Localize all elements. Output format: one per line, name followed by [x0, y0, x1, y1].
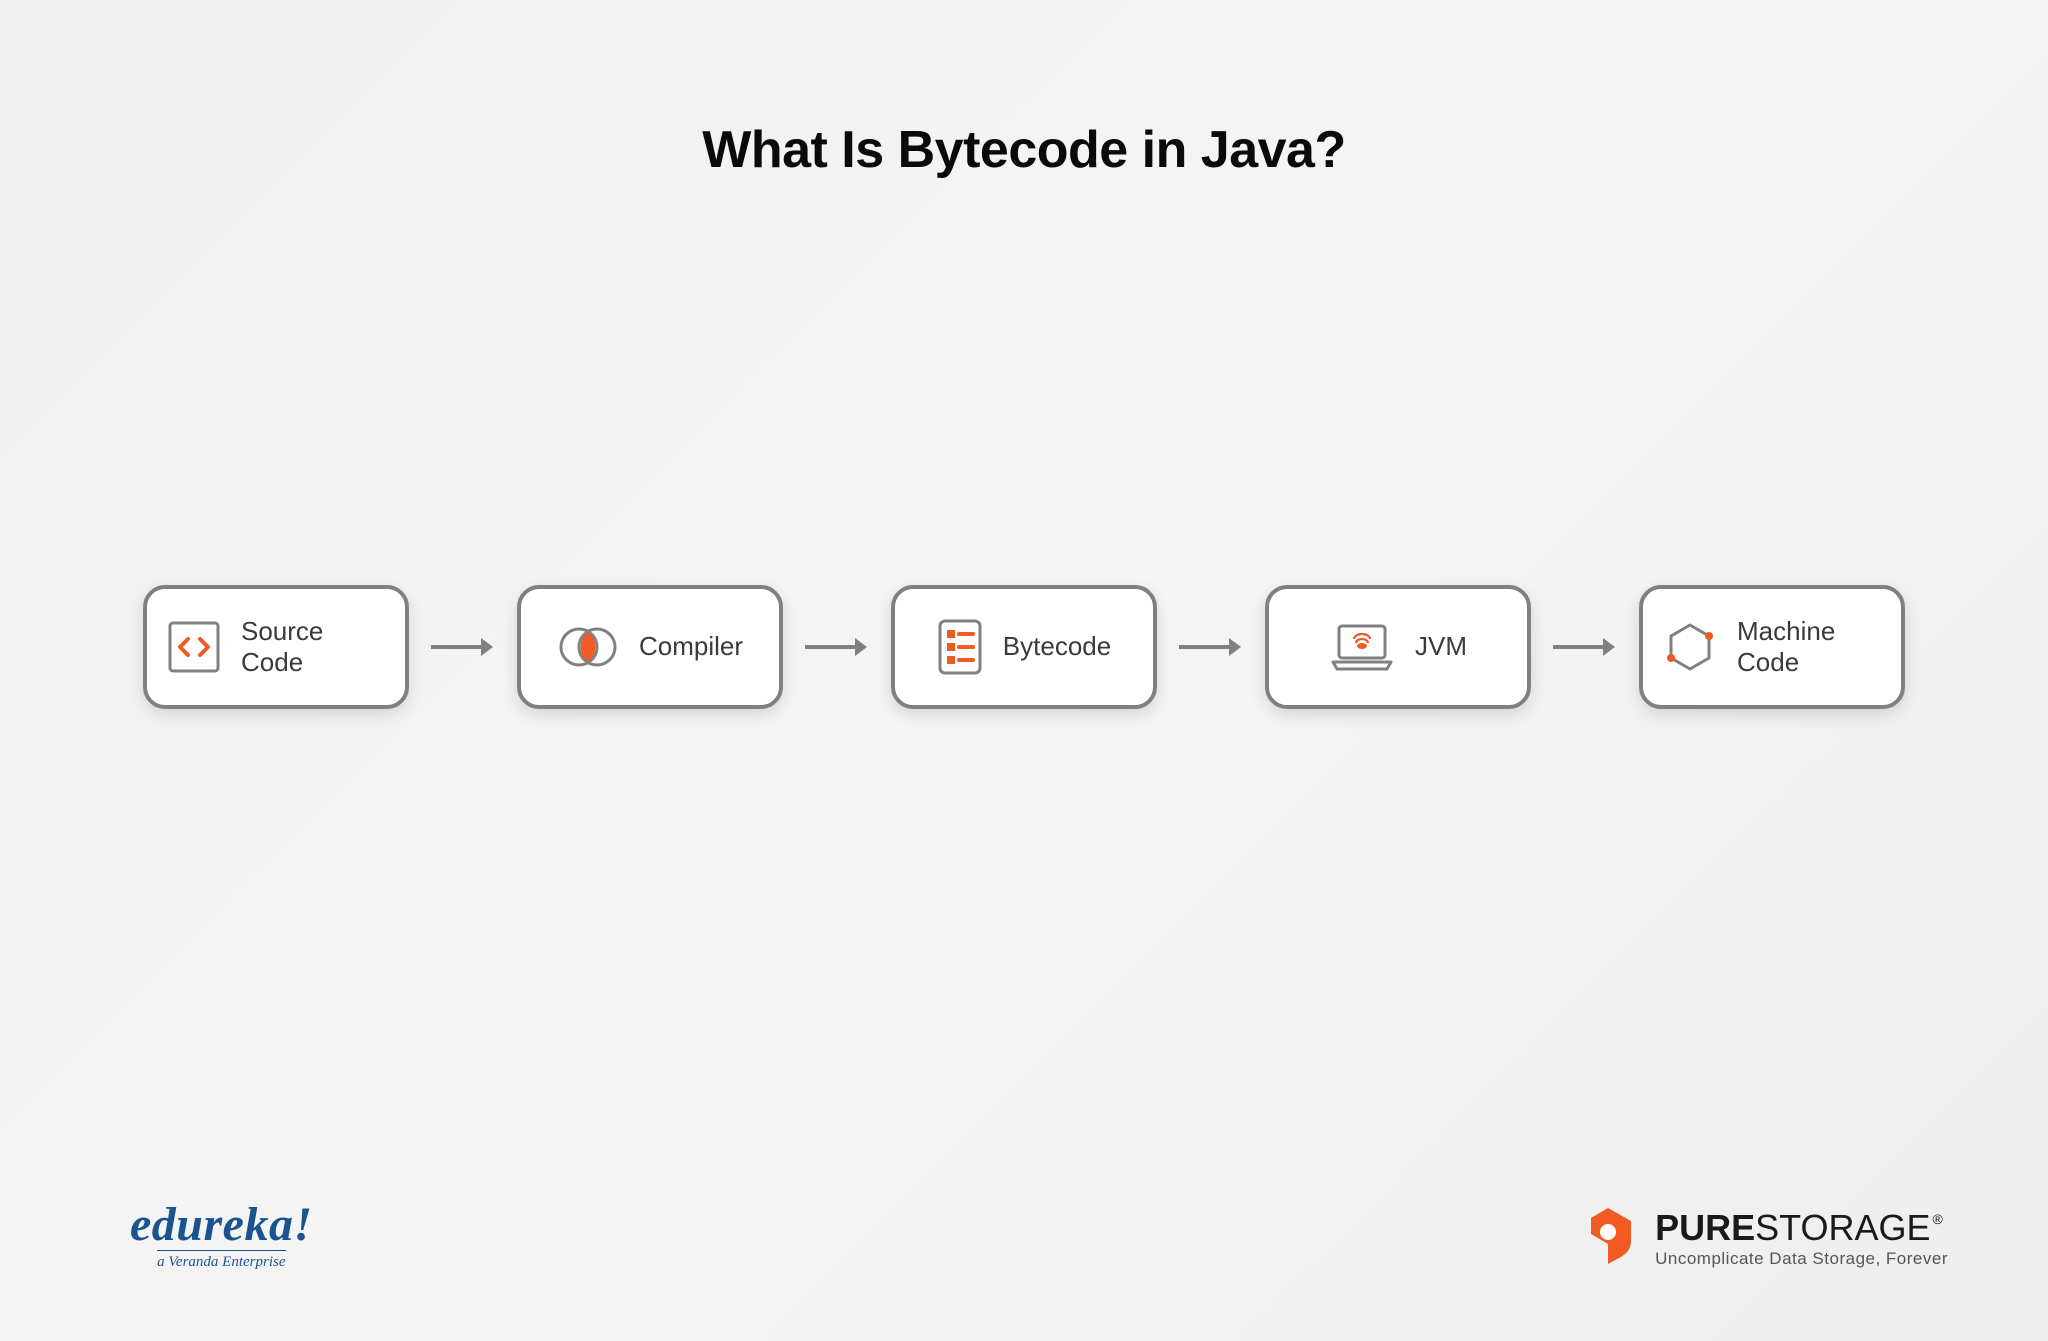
purestorage-brand-text: PURESTORAGE®: [1655, 1207, 1948, 1249]
venn-icon: [557, 623, 619, 671]
flow-label: Machine Code: [1737, 616, 1881, 678]
flow-box-bytecode: Bytecode: [891, 585, 1157, 709]
flow-label: Bytecode: [1003, 631, 1111, 662]
edureka-tagline: a Veranda Enterprise: [157, 1250, 285, 1271]
flow-box-machine-code: Machine Code: [1639, 585, 1905, 709]
flow-diagram: Source Code Compiler: [0, 585, 2048, 709]
flow-label: JVM: [1415, 631, 1467, 662]
flow-label: Source Code: [241, 616, 385, 678]
hexagon-icon: [1663, 620, 1717, 674]
edureka-brand-text: edureka!: [130, 1197, 313, 1252]
laptop-icon: [1329, 622, 1395, 672]
list-doc-icon: [937, 618, 983, 676]
arrow-icon: [1177, 635, 1245, 659]
purestorage-logo: PURESTORAGE® Uncomplicate Data Storage, …: [1577, 1204, 1948, 1271]
arrow-icon: [429, 635, 497, 659]
purestorage-tagline: Uncomplicate Data Storage, Forever: [1655, 1249, 1948, 1269]
edureka-logo: edureka! a Veranda Enterprise: [130, 1197, 313, 1271]
page-title: What Is Bytecode in Java?: [702, 120, 1345, 180]
flow-box-source-code: Source Code: [143, 585, 409, 709]
flow-box-jvm: JVM: [1265, 585, 1531, 709]
code-icon: [167, 620, 221, 674]
flow-label: Compiler: [639, 631, 743, 662]
purestorage-mark-icon: [1577, 1204, 1639, 1271]
arrow-icon: [803, 635, 871, 659]
arrow-icon: [1551, 635, 1619, 659]
flow-box-compiler: Compiler: [517, 585, 783, 709]
